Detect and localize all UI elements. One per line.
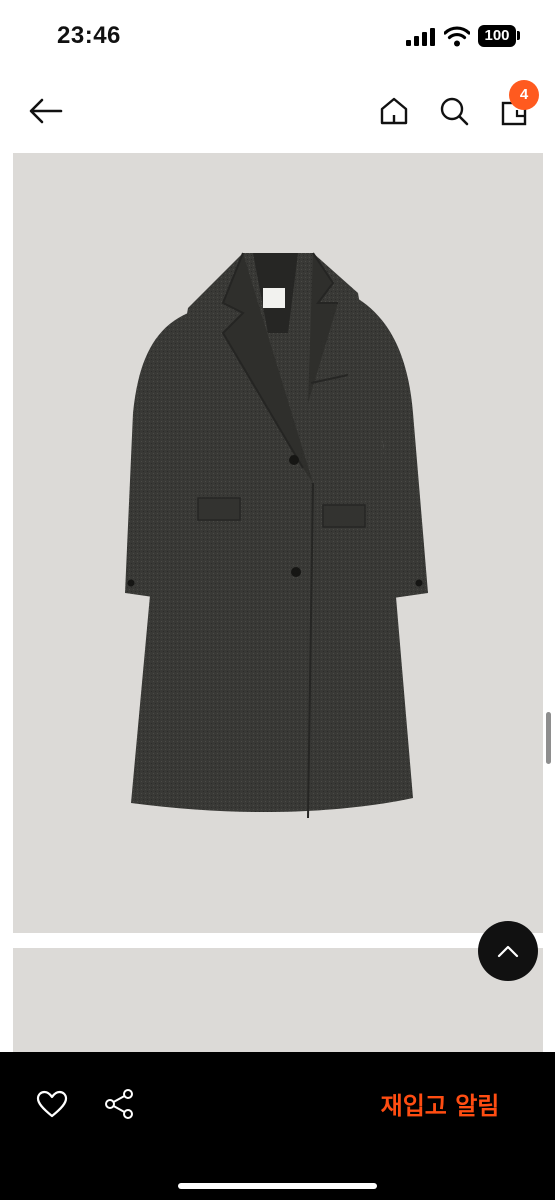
battery-level: 100 [484,27,510,44]
heart-icon [36,1090,68,1118]
home-indicator [178,1183,377,1189]
home-icon [380,97,408,125]
restock-alert-button[interactable]: 재입고 알림 [360,1078,520,1128]
cellular-signal-icon [406,28,435,46]
scroll-to-top-button[interactable] [478,921,538,981]
status-bar: 23:46 100 [0,0,555,70]
chevron-up-icon [497,945,519,958]
wifi-icon [444,26,470,47]
nav-bar [0,75,555,145]
product-image-secondary[interactable] [13,948,543,1058]
home-button[interactable] [372,89,416,133]
cart-count-badge: 4 [509,80,539,110]
back-button[interactable] [24,89,68,133]
like-button[interactable] [30,1082,74,1126]
status-time: 23:46 [57,22,121,49]
battery-indicator: 100 [478,25,516,47]
coat-illustration [125,252,428,819]
search-icon [440,97,469,126]
product-image[interactable] [13,153,543,933]
share-icon [105,1089,133,1119]
battery-tip [517,31,520,40]
arrow-left-icon [29,98,63,124]
share-button[interactable] [98,1082,142,1126]
bottom-action-bar: 재입고 알림 [0,1052,555,1200]
scroll-indicator[interactable] [546,712,551,764]
search-button[interactable] [432,89,476,133]
